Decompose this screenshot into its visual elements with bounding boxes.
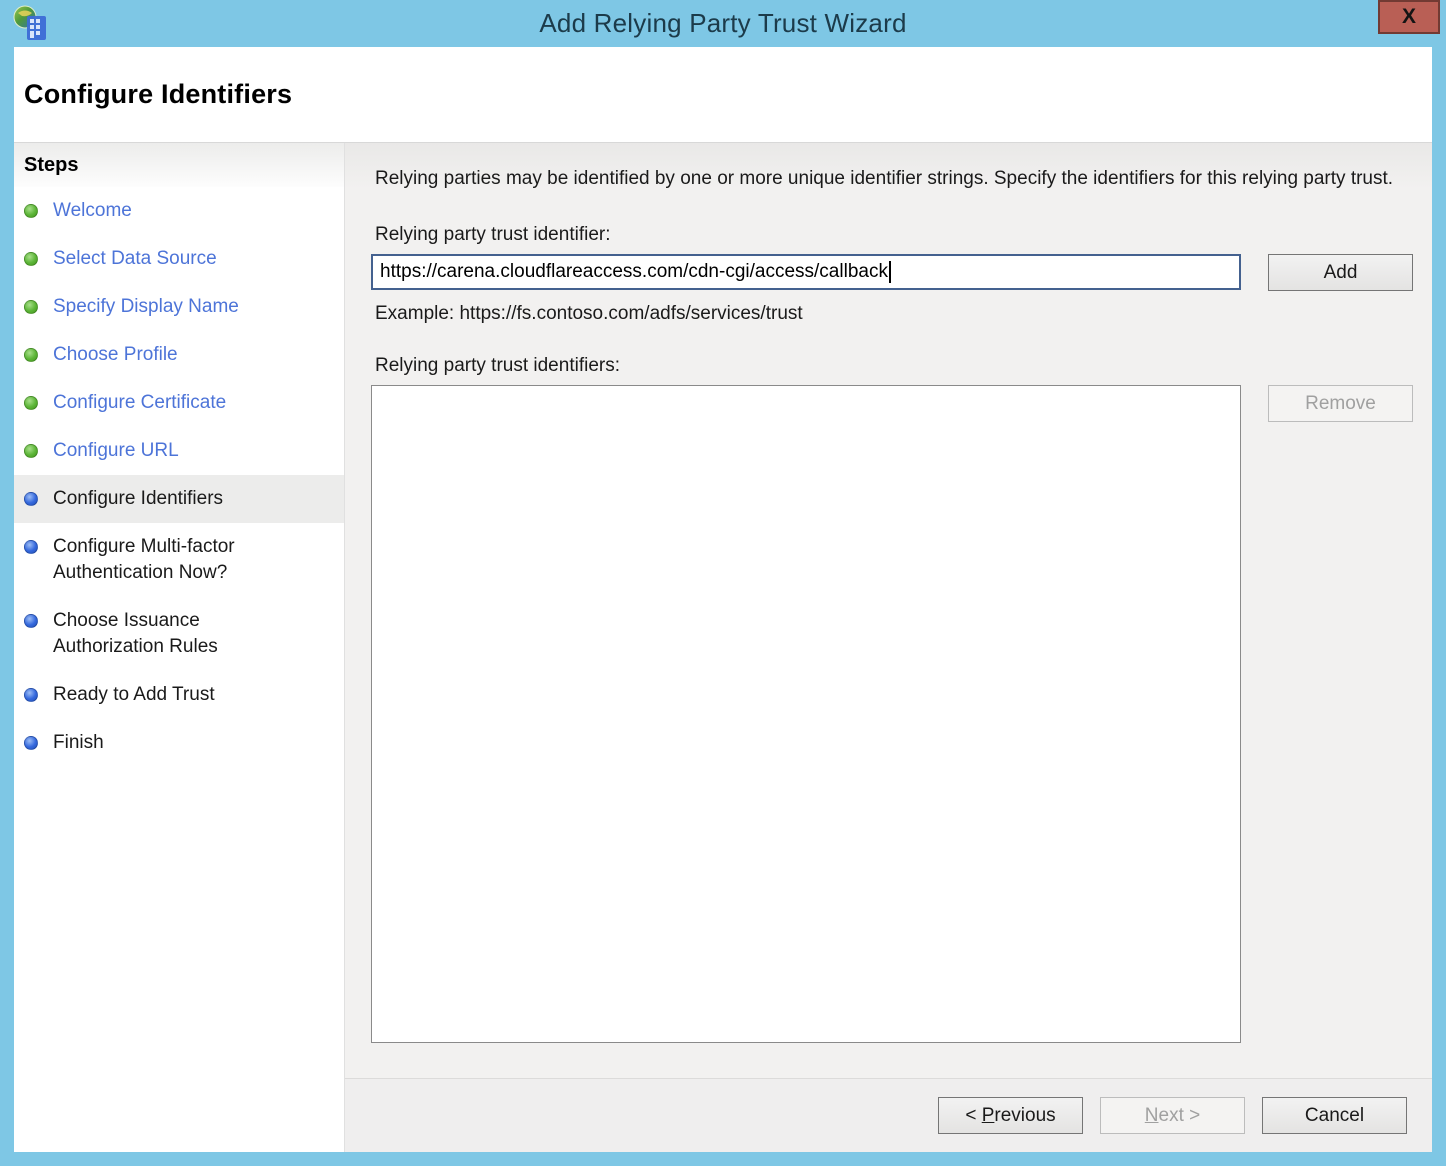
next-label-rest: ext > xyxy=(1159,1105,1201,1126)
close-button[interactable]: X xyxy=(1378,0,1440,34)
step-bullet-icon xyxy=(24,540,38,554)
previous-label-accel: P xyxy=(982,1105,995,1126)
remove-button[interactable]: Remove xyxy=(1268,385,1413,422)
step-label: Choose Profile xyxy=(53,342,178,368)
step-label: Finish xyxy=(53,730,104,756)
step-bullet-icon xyxy=(24,252,38,266)
sidebar-item-configure-identifiers: Configure Identifiers xyxy=(14,475,344,523)
step-label: Select Data Source xyxy=(53,246,217,272)
example-text: Example: https://fs.contoso.com/adfs/ser… xyxy=(375,303,1432,325)
wizard-button-bar: < Previous Next > Cancel xyxy=(345,1078,1432,1152)
identifier-field-label: Relying party trust identifier: xyxy=(375,224,1432,246)
step-label: Configure Multi-factor Authentication No… xyxy=(53,534,303,586)
window-title: Add Relying Party Trust Wizard xyxy=(0,0,1446,47)
sidebar-item-choose-issuance-authorization-rules: Choose Issuance Authorization Rules xyxy=(14,597,344,671)
next-button[interactable]: Next > xyxy=(1100,1097,1245,1134)
title-bar: Add Relying Party Trust Wizard X xyxy=(0,0,1446,47)
step-label: Configure Certificate xyxy=(53,390,226,416)
step-bullet-icon xyxy=(24,688,38,702)
step-bullet-icon xyxy=(24,444,38,458)
page-title: Configure Identifiers xyxy=(24,79,292,110)
step-bullet-icon xyxy=(24,204,38,218)
step-bullet-icon xyxy=(24,736,38,750)
identifier-input-value: https://carena.cloudflareaccess.com/cdn-… xyxy=(380,261,888,282)
main-panel: Relying parties may be identified by one… xyxy=(345,143,1432,1078)
wizard-window: Add Relying Party Trust Wizard X Configu… xyxy=(0,0,1446,1166)
step-label: Ready to Add Trust xyxy=(53,682,215,708)
steps-list: Welcome Select Data Source Specify Display… xyxy=(14,187,344,767)
step-bullet-icon xyxy=(24,614,38,628)
step-label: Configure URL xyxy=(53,438,179,464)
identifier-input[interactable]: https://carena.cloudflareaccess.com/cdn-… xyxy=(371,254,1241,290)
intro-text: Relying parties may be identified by one… xyxy=(375,165,1396,192)
step-bullet-icon xyxy=(24,300,38,314)
step-bullet-icon xyxy=(24,348,38,362)
sidebar-item-welcome[interactable]: Welcome xyxy=(14,187,344,235)
sidebar-item-specify-display-name[interactable]: Specify Display Name xyxy=(14,283,344,331)
sidebar-item-configure-multi-factor-authentication-now: Configure Multi-factor Authentication No… xyxy=(14,523,344,597)
cancel-button[interactable]: Cancel xyxy=(1262,1097,1407,1134)
sidebar-item-finish: Finish xyxy=(14,719,344,767)
step-label: Welcome xyxy=(53,198,132,224)
sidebar-item-select-data-source[interactable]: Select Data Source xyxy=(14,235,344,283)
steps-heading: Steps xyxy=(14,143,344,187)
step-label: Choose Issuance Authorization Rules xyxy=(53,608,303,660)
next-label-accel: N xyxy=(1145,1105,1159,1126)
step-label: Configure Identifiers xyxy=(53,486,223,512)
page-header: Configure Identifiers xyxy=(14,47,1432,142)
window-frame: Configure Identifiers Steps Welcome Selec… xyxy=(14,47,1432,1152)
sidebar-item-choose-profile[interactable]: Choose Profile xyxy=(14,331,344,379)
step-label: Specify Display Name xyxy=(53,294,239,320)
add-button[interactable]: Add xyxy=(1268,254,1413,291)
previous-label-prefix: < xyxy=(965,1105,981,1126)
identifiers-list-label: Relying party trust identifiers: xyxy=(375,355,1432,377)
steps-sidebar: Steps Welcome Select Data Source Specify D… xyxy=(14,143,345,1152)
identifiers-listbox[interactable] xyxy=(371,385,1241,1043)
step-bullet-icon xyxy=(24,396,38,410)
sidebar-item-configure-certificate[interactable]: Configure Certificate xyxy=(14,379,344,427)
sidebar-item-ready-to-add-trust: Ready to Add Trust xyxy=(14,671,344,719)
sidebar-item-configure-url[interactable]: Configure URL xyxy=(14,427,344,475)
previous-button[interactable]: < Previous xyxy=(938,1097,1083,1134)
previous-label-rest: revious xyxy=(994,1105,1055,1126)
text-caret xyxy=(889,261,891,283)
step-bullet-icon xyxy=(24,492,38,506)
